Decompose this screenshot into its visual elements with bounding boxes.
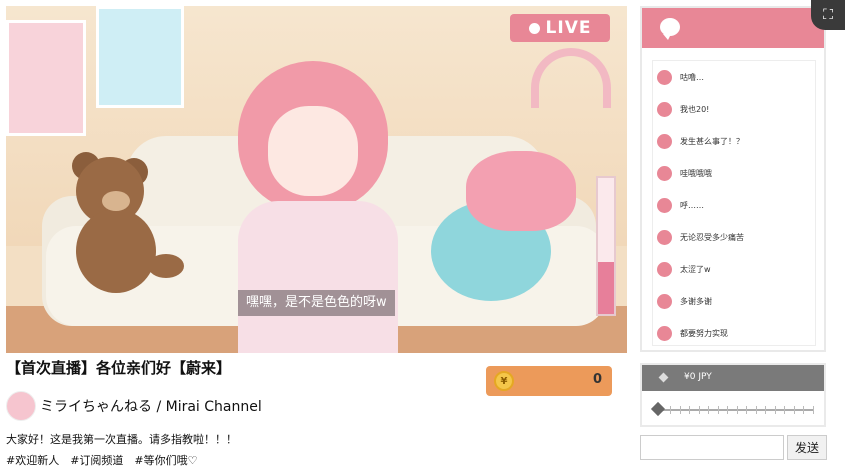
chat-message-text: 无论忍受多少痛苦 [680, 232, 744, 242]
chat-user-avatar [657, 325, 672, 341]
chat-user-avatar [657, 293, 672, 309]
chat-message: 多谢多谢 [657, 291, 712, 311]
chat-message-text: 都要努力实现 [680, 328, 728, 338]
chat-message: 我也20! [657, 99, 709, 119]
fullscreen-icon: ⛶ [823, 7, 833, 23]
chat-message: 哇哦哦哦 [657, 163, 712, 183]
chat-user-avatar [657, 197, 672, 213]
stream-description: 大家好！这是我第一次直播。请多指教啦！！！ [6, 433, 237, 446]
chat-message: 发生甚么事了！？ [657, 131, 744, 151]
chat-panel: 咕噜… 我也20! 发生甚么事了！？ 哇哦哦哦呼…… 无论忍受多少痛苦 太涩了w 多谢多谢都… [640, 6, 826, 352]
yen-coin-icon: ¥ [494, 371, 514, 391]
audio-level-meter [596, 176, 616, 316]
donation-panel: ¥0 JPY [640, 363, 826, 427]
avatar-face [268, 106, 358, 196]
stream-title: 【首次直播】各位亲们好【蔚来】 [6, 359, 232, 377]
chat-message-text: 发生甚么事了！？ [680, 136, 744, 146]
live-label: LIVE [545, 18, 592, 38]
chat-message-text: 呼…… [680, 200, 704, 210]
diamond-icon [658, 372, 669, 383]
fullscreen-button[interactable]: ⛶ [811, 0, 845, 30]
chat-message-text: 多谢多谢 [680, 296, 712, 306]
stream-tags[interactable]: #欢迎新人 #订阅频道 #等你们哦♡ [6, 452, 198, 468]
donation-slider-handle[interactable] [650, 401, 666, 417]
donation-header: ¥0 JPY [642, 365, 824, 391]
chat-message: 无论忍受多少痛苦 [657, 227, 744, 247]
chat-user-avatar [657, 229, 672, 245]
live-dot-icon [528, 22, 540, 34]
chat-message-text: 太涩了w [680, 264, 711, 274]
chat-message: 太涩了w [657, 259, 711, 279]
channel-name-link[interactable]: ミライちゃんねる / Mirai Channel [40, 396, 262, 416]
chat-header [642, 8, 824, 48]
octopus-plush [466, 151, 576, 231]
chat-message: 呼…… [657, 195, 704, 215]
live-badge: LIVE [510, 14, 610, 42]
audio-level-fill [598, 262, 614, 314]
coin-value: 0 [592, 372, 602, 387]
chat-user-avatar [657, 101, 672, 117]
wall-poster [96, 6, 184, 108]
coin-balance[interactable]: ¥ 0 [486, 366, 612, 396]
chat-user-avatar [657, 133, 672, 149]
stream-subtitle: 嘿嘿，是不是色色的呀w [238, 290, 395, 316]
chat-input[interactable] [640, 435, 784, 460]
chat-message-text: 咕噜… [680, 72, 704, 82]
chat-message: 咕噜… [657, 67, 704, 87]
channel-avatar[interactable] [6, 391, 36, 421]
chat-user-avatar [657, 69, 672, 85]
avatar-body [238, 201, 398, 353]
chat-user-avatar [657, 165, 672, 181]
donation-amount: ¥0 JPY [684, 372, 712, 382]
chat-message-list[interactable]: 咕噜… 我也20! 发生甚么事了！？ 哇哦哦哦呼…… 无论忍受多少痛苦 太涩了w 多谢多谢都… [652, 60, 816, 346]
teddy-bear [72, 152, 184, 293]
chat-message-text: 我也20! [680, 104, 710, 114]
wall-poster [6, 20, 86, 136]
send-button[interactable]: 发送 [787, 435, 827, 460]
donation-slider-ticks [670, 406, 814, 414]
chat-bubble-icon [660, 18, 680, 40]
chat-message-text: 哇哦哦哦 [680, 168, 712, 178]
chat-message: 都要努力实现 [657, 323, 728, 343]
chat-user-avatar [657, 261, 672, 277]
